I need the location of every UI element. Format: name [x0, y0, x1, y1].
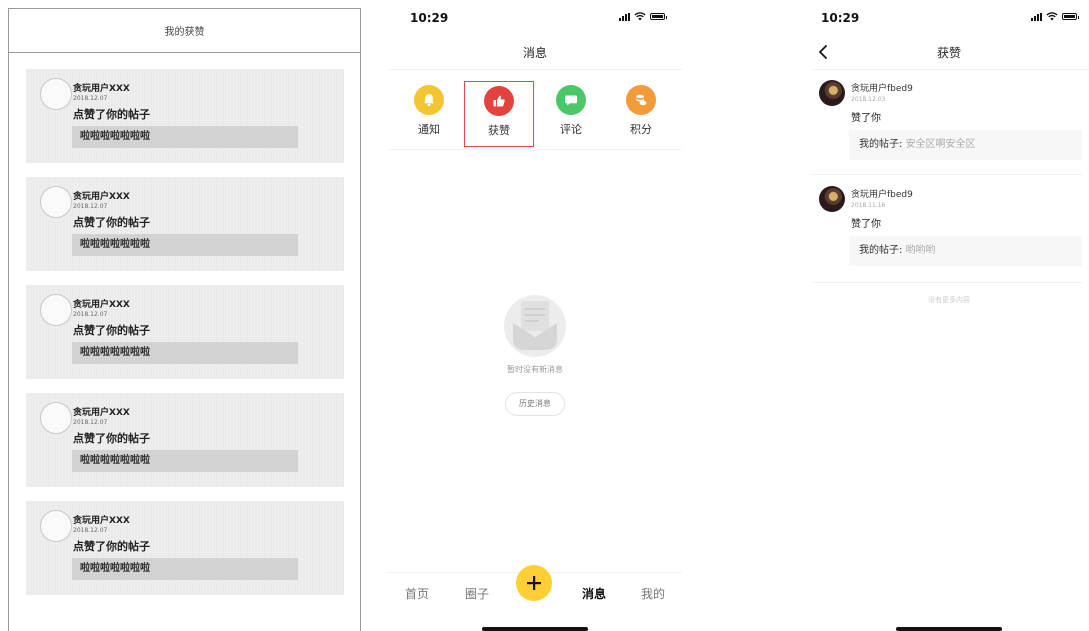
status-time: 10:29 [821, 11, 860, 25]
post-create-button[interactable] [516, 565, 552, 601]
tab-home[interactable]: 首页 [405, 585, 429, 602]
status-icons [619, 12, 667, 21]
list-divider [812, 282, 1082, 283]
post-preview[interactable]: 啦啦啦啦啦啦啦 [72, 450, 298, 472]
post-preview-text: 哟哟哟 [905, 245, 936, 256]
like-date: 2018.12.07 [73, 527, 108, 534]
status-icons [1031, 12, 1079, 21]
wireframe-like-card[interactable]: 贪玩用户XXX 2018.12.07 点赞了你的帖子 啦啦啦啦啦啦啦 [26, 69, 344, 163]
like-action-text: 点赞了你的帖子 [73, 108, 150, 121]
status-time: 10:29 [410, 11, 449, 25]
battery-icon [1062, 13, 1079, 20]
category-label: 通知 [418, 123, 440, 136]
user-name[interactable]: 贪玩用户XXX [73, 513, 130, 526]
post-preview[interactable]: 啦啦啦啦啦啦啦 [72, 342, 298, 364]
signal-icon [619, 12, 630, 21]
wireframe-panel: 我的获赞 贪玩用户XXX 2018.12.07 点赞了你的帖子 啦啦啦啦啦啦啦 … [8, 8, 361, 631]
like-date: 2018.12.03 [851, 96, 886, 103]
user-name[interactable]: 贪玩用户XXX [73, 81, 130, 94]
wireframe-like-card[interactable]: 贪玩用户XXX 2018.12.07 点赞了你的帖子 啦啦啦啦啦啦啦 [26, 177, 344, 271]
post-preview-label: 我的帖子: [859, 245, 903, 256]
like-action-text: 点赞了你的帖子 [73, 540, 150, 553]
list-end-text: 没有更多内容 [928, 296, 970, 304]
like-date: 2018.12.07 [73, 95, 108, 102]
wireframe-like-card[interactable]: 贪玩用户XXX 2018.12.07 点赞了你的帖子 啦啦啦啦啦啦啦 [26, 285, 344, 379]
like-action-text: 赞了你 [851, 219, 881, 230]
like-action-text: 点赞了你的帖子 [73, 216, 150, 229]
bottom-tab-bar: 首页 圈子 消息 我的 [388, 565, 682, 615]
avatar[interactable] [819, 80, 845, 106]
header-divider [388, 69, 682, 70]
bell-icon [414, 85, 444, 115]
home-indicator [482, 627, 588, 631]
category-points[interactable]: 积分 [606, 81, 676, 147]
wireframe-like-card[interactable]: 贪玩用户XXX 2018.12.07 点赞了你的帖子 啦啦啦啦啦啦啦 [26, 393, 344, 487]
avatar[interactable] [40, 186, 72, 218]
avatar[interactable] [819, 186, 845, 212]
empty-state-text: 暂时没有新消息 [507, 365, 563, 374]
like-action-text: 点赞了你的帖子 [73, 324, 150, 337]
battery-icon [650, 13, 667, 20]
like-date: 2018.12.07 [73, 419, 108, 426]
header-divider [812, 69, 1089, 70]
wifi-icon [634, 12, 646, 21]
empty-inbox-icon [504, 295, 566, 357]
user-name[interactable]: 贪玩用户XXX [73, 297, 130, 310]
avatar[interactable] [40, 78, 72, 110]
history-messages-button[interactable]: 历史消息 [505, 392, 565, 416]
tab-circle[interactable]: 圈子 [465, 585, 489, 602]
avatar[interactable] [40, 294, 72, 326]
avatar[interactable] [40, 510, 72, 542]
category-notifications[interactable]: 通知 [394, 81, 464, 147]
like-action-text: 点赞了你的帖子 [73, 432, 150, 445]
user-name[interactable]: 贪玩用户XXX [73, 189, 130, 202]
category-label: 积分 [630, 123, 652, 136]
home-indicator [896, 627, 1002, 631]
wireframe-header: 我的获赞 [9, 9, 360, 53]
post-preview[interactable]: 啦啦啦啦啦啦啦 [72, 558, 298, 580]
like-date: 2018.12.07 [73, 203, 108, 210]
wireframe-like-list: 贪玩用户XXX 2018.12.07 点赞了你的帖子 啦啦啦啦啦啦啦 贪玩用户X… [26, 69, 344, 609]
like-date: 2018.12.07 [73, 311, 108, 318]
post-preview-text: 安全区啊安全区 [905, 139, 976, 150]
post-preview[interactable]: 我的帖子: 哟哟哟 [849, 236, 1082, 266]
signal-icon [1031, 12, 1042, 21]
category-label: 评论 [560, 123, 582, 136]
like-list-item[interactable]: 贪玩用户fbed9 2018.11.16 赞了你 我的帖子: 哟哟哟 [812, 186, 1082, 290]
category-likes[interactable]: 获赞 [464, 81, 534, 147]
user-name[interactable]: 贪玩用户XXX [73, 405, 130, 418]
like-date: 2018.11.16 [851, 202, 886, 209]
page-title: 消息 [522, 46, 547, 60]
post-preview[interactable]: 啦啦啦啦啦啦啦 [72, 234, 298, 256]
post-preview[interactable]: 啦啦啦啦啦啦啦 [72, 126, 298, 148]
like-action-text: 赞了你 [851, 113, 881, 124]
category-label: 获赞 [488, 124, 510, 137]
category-divider [388, 149, 682, 150]
like-list-item[interactable]: 贪玩用户fbed9 2018.12.03 赞了你 我的帖子: 安全区啊安全区 [812, 80, 1082, 184]
tab-mine[interactable]: 我的 [641, 585, 665, 602]
list-divider [812, 174, 1082, 175]
thumbs-up-icon [484, 86, 514, 116]
tab-messages[interactable]: 消息 [582, 585, 606, 602]
likes-screen: 10:29 获赞 贪玩用户fbed9 2018.12.03 赞了你 我的帖子: … [812, 0, 1089, 631]
page-title: 获赞 [936, 46, 961, 60]
wifi-icon [1046, 12, 1058, 21]
messages-screen: 10:29 消息 通知 获赞 评论 积分 暂时没有新消息 历史消息 首页 圈子 … [388, 0, 682, 631]
comment-icon [556, 85, 586, 115]
avatar[interactable] [40, 402, 72, 434]
coins-icon [626, 85, 656, 115]
user-name[interactable]: 贪玩用户fbed9 [851, 187, 913, 200]
wireframe-title: 我的获赞 [164, 27, 205, 38]
message-category-row: 通知 获赞 评论 积分 [388, 81, 682, 147]
post-preview-label: 我的帖子: [859, 139, 903, 150]
post-preview[interactable]: 我的帖子: 安全区啊安全区 [849, 130, 1082, 160]
category-comments[interactable]: 评论 [536, 81, 606, 147]
wireframe-like-card[interactable]: 贪玩用户XXX 2018.12.07 点赞了你的帖子 啦啦啦啦啦啦啦 [26, 501, 344, 595]
user-name[interactable]: 贪玩用户fbed9 [851, 81, 913, 94]
plus-icon [527, 576, 541, 590]
